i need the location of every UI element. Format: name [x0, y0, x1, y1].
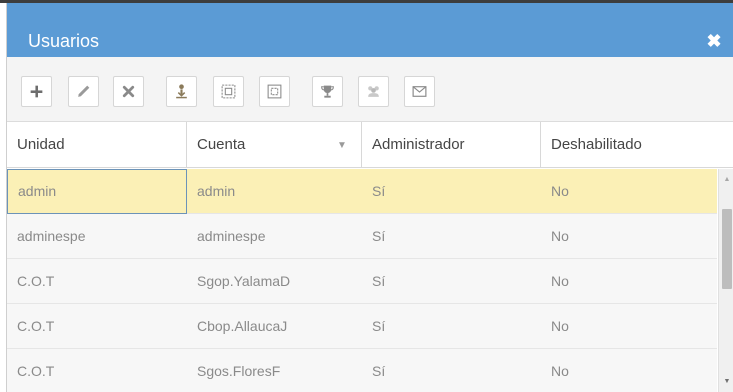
- expand-grid-icon: [221, 84, 236, 99]
- column-header-deshabilitado[interactable]: Deshabilitado: [541, 122, 733, 168]
- table-row[interactable]: admin admin Sí No: [7, 169, 717, 214]
- cell-administrador[interactable]: Sí: [362, 169, 541, 214]
- cell-administrador[interactable]: Sí: [362, 259, 541, 304]
- scroll-down-arrow-icon[interactable]: ▼: [719, 377, 733, 387]
- download-users-button[interactable]: [166, 76, 197, 107]
- scrollbar-thumb[interactable]: [722, 209, 732, 289]
- sort-descending-icon[interactable]: ▼: [335, 122, 349, 168]
- expand-button[interactable]: [213, 76, 244, 107]
- dialog-titlebar: Usuarios ✖: [7, 3, 733, 57]
- cell-deshabilitado[interactable]: No: [541, 259, 717, 304]
- cell-cuenta[interactable]: Sgop.YalamaD: [187, 259, 362, 304]
- delete-button[interactable]: [113, 76, 144, 107]
- cell-cuenta[interactable]: Cbop.AllaucaJ: [187, 304, 362, 349]
- cell-unidad[interactable]: C.O.T: [7, 304, 187, 349]
- cell-unidad[interactable]: C.O.T: [7, 259, 187, 304]
- user-download-icon: [176, 84, 187, 99]
- cell-unidad[interactable]: C.O.T: [7, 349, 187, 392]
- trophy-icon: [321, 85, 334, 98]
- table-header: Unidad Cuenta ▼ Administrador Deshabilit…: [7, 122, 733, 168]
- cell-administrador[interactable]: Sí: [362, 304, 541, 349]
- vertical-scrollbar[interactable]: ▲ ▼: [718, 169, 733, 392]
- delete-x-icon: [122, 85, 135, 98]
- table-row[interactable]: C.O.T Sgos.FloresF Sí No: [7, 349, 717, 392]
- cell-unidad[interactable]: admin: [7, 169, 187, 214]
- cell-administrador[interactable]: Sí: [362, 349, 541, 392]
- add-button[interactable]: [21, 76, 52, 107]
- table-body: admin admin Sí No adminespe adminespe Sí…: [7, 169, 717, 392]
- scroll-up-arrow-icon[interactable]: ▲: [719, 175, 733, 185]
- users-dialog: Usuarios ✖ Unidad Cuenta ▼ Administrador…: [6, 3, 733, 392]
- edit-button[interactable]: [68, 76, 99, 107]
- cell-cuenta[interactable]: admin: [187, 169, 362, 214]
- cell-deshabilitado[interactable]: No: [541, 169, 717, 214]
- users-group-icon: [368, 86, 379, 97]
- envelope-icon: [412, 86, 427, 97]
- table-row[interactable]: C.O.T Sgop.YalamaD Sí No: [7, 259, 717, 304]
- table-row[interactable]: C.O.T Cbop.AllaucaJ Sí No: [7, 304, 717, 349]
- collapse-button[interactable]: [259, 76, 290, 107]
- close-icon[interactable]: ✖: [704, 31, 724, 51]
- cell-cuenta[interactable]: Sgos.FloresF: [187, 349, 362, 392]
- email-button[interactable]: [404, 76, 435, 107]
- cell-administrador[interactable]: Sí: [362, 214, 541, 259]
- pencil-icon: [78, 85, 90, 97]
- dialog-title: Usuarios: [28, 31, 100, 51]
- cell-cuenta[interactable]: adminespe: [187, 214, 362, 259]
- users-group-button[interactable]: [358, 76, 389, 107]
- cell-deshabilitado[interactable]: No: [541, 304, 717, 349]
- toolbar: [7, 57, 733, 122]
- column-header-unidad[interactable]: Unidad: [7, 122, 187, 168]
- trophy-button[interactable]: [312, 76, 343, 107]
- table-row[interactable]: adminespe adminespe Sí No: [7, 214, 717, 259]
- column-header-administrador[interactable]: Administrador: [362, 122, 541, 168]
- cell-unidad[interactable]: adminespe: [7, 214, 187, 259]
- cell-deshabilitado[interactable]: No: [541, 214, 717, 259]
- plus-icon: [30, 85, 43, 98]
- cell-deshabilitado[interactable]: No: [541, 349, 717, 392]
- collapse-grid-icon: [267, 84, 282, 99]
